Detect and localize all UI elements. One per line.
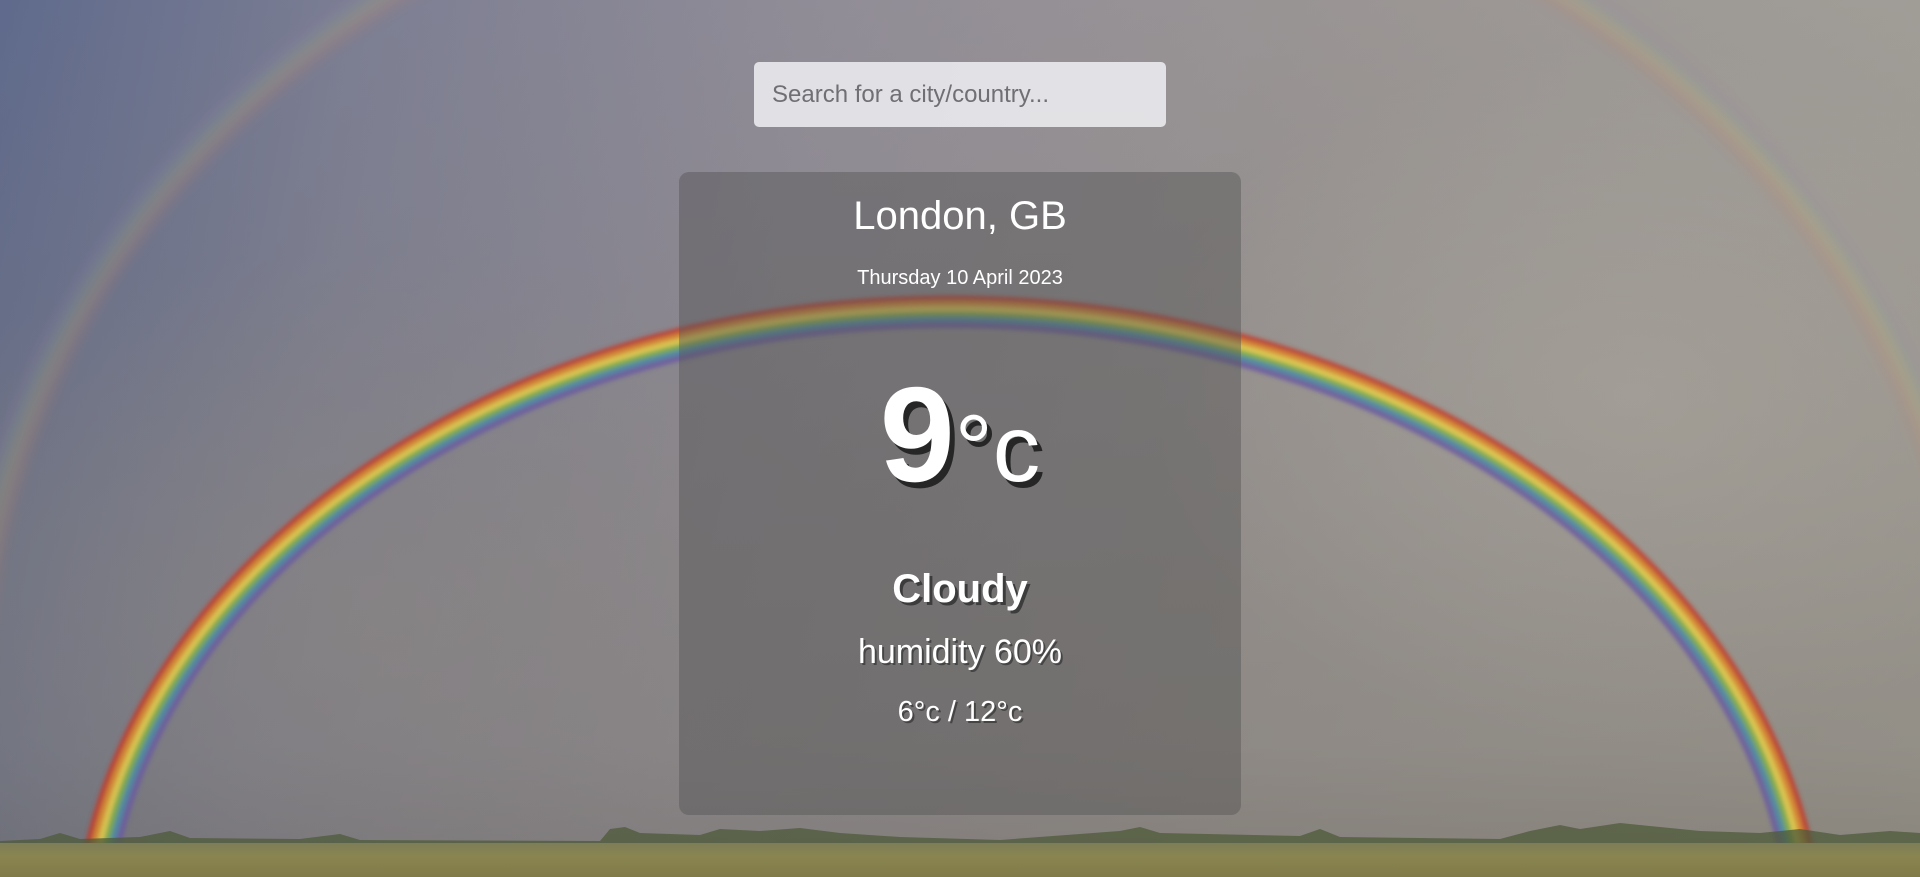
field-ground [0, 843, 1920, 877]
weather-condition: Cloudy [892, 567, 1028, 611]
humidity-label: humidity 60% [857, 633, 1063, 671]
search-input[interactable] [754, 62, 1166, 127]
date-label: Thursday 10 April 2023 [857, 267, 1063, 289]
min-max-temperature: 6°c / 12°c [897, 696, 1023, 728]
temperature-unit: °c [954, 396, 1041, 502]
temperature-value: 9 [879, 359, 955, 510]
location-title: London, GB [853, 194, 1067, 238]
temperature-display: 9°c [679, 340, 1241, 529]
weather-card: London, GB Thursday 10 April 2023 9°c Cl… [679, 172, 1241, 815]
weather-app: London, GB Thursday 10 April 2023 9°c Cl… [0, 0, 1920, 877]
